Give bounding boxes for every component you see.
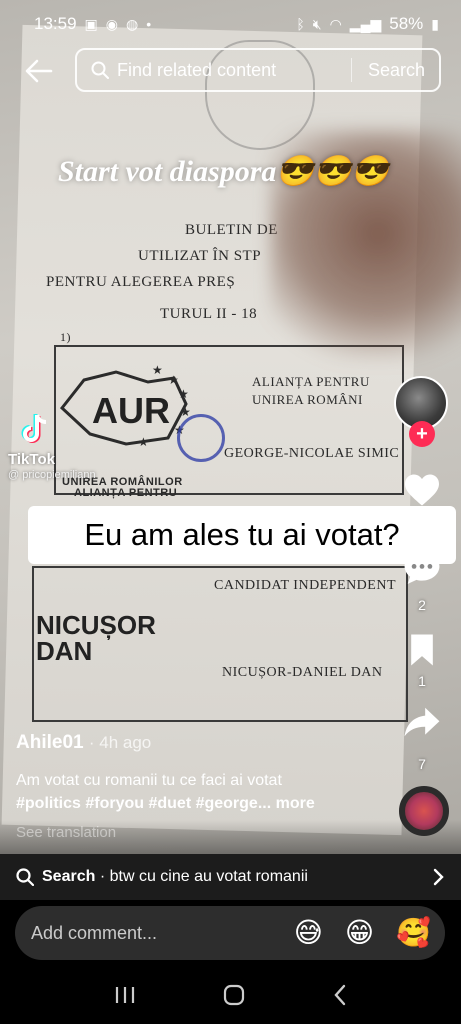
comment-input[interactable]: Add comment...: [31, 923, 272, 944]
battery-icon: ▮: [431, 15, 439, 32]
candidate-type: CANDIDAT INDEPENDENT: [214, 578, 397, 593]
ballot-line: TURUL II - 18: [160, 306, 258, 322]
like-button[interactable]: [402, 470, 442, 510]
mute-icon: 🔇︎: [312, 15, 322, 32]
party-name-right: ALIANȚA PENTRU: [252, 374, 370, 389]
back-nav-button[interactable]: [332, 983, 348, 1007]
suggestion-query: · btw cu cine au votat romanii: [99, 868, 308, 885]
watermark-handle: @ pricopiemiliann: [8, 469, 96, 481]
ballot-line: UTILIZAT ÎN STP: [138, 248, 262, 264]
search-icon: [91, 61, 109, 79]
signal-icon: ▂▄▆: [349, 15, 382, 32]
search-icon: [16, 868, 34, 886]
search-suggestion-bar[interactable]: Search · btw cu cine au votat romanii: [0, 854, 461, 900]
chevron-right-icon: [433, 868, 444, 886]
author-info[interactable]: Ahile01 · 4h ago: [16, 732, 151, 754]
shares-count: 7: [418, 756, 426, 772]
search-bar[interactable]: Find related content Search: [75, 48, 441, 92]
party-name: ALIANȚA PENTRU: [74, 487, 178, 499]
bluetooth-icon: ᛒ: [296, 16, 305, 32]
video-overlay-title: Start vot diaspora😎😎😎: [58, 155, 389, 188]
wifi-icon: ◠: [329, 15, 342, 32]
comment-input-bar[interactable]: Add comment... 😅 😁 🥰: [15, 906, 445, 960]
share-arrow-icon: [404, 707, 440, 737]
comment-icon: [404, 552, 440, 584]
bookmark-icon: [411, 634, 433, 666]
romania-map-icon: ★★ ★★ ★★: [59, 363, 191, 449]
tiktok-logo-icon: [21, 414, 47, 443]
candidate-name: NICUȘOR-DANIEL DAN: [222, 665, 383, 680]
emoji-hearts-button[interactable]: 🥰: [396, 919, 431, 947]
music-disc-icon[interactable]: [399, 786, 449, 836]
candidate-logo: NICUȘOR DAN: [36, 612, 156, 664]
ballot-number: 1): [60, 330, 71, 344]
watermark-brand: TikTok: [8, 451, 55, 468]
post-hashtags[interactable]: #politics #foryou #duet #george...: [16, 795, 271, 812]
candidate-logo-line2: DAN: [36, 636, 93, 666]
search-input[interactable]: Find related content: [117, 60, 351, 81]
suggestion-text: Search · btw cu cine au votat romanii: [42, 868, 433, 886]
comments-count: 2: [418, 597, 426, 613]
whatsapp-icon: ◉: [105, 15, 118, 32]
candidate-logo-line1: NICUȘOR: [36, 610, 156, 640]
ballot-line: BULETIN DE: [185, 222, 278, 238]
system-nav-bar: [0, 966, 461, 1024]
vote-stamp: [177, 414, 225, 462]
video-caption: Eu am ales tu ai votat?: [28, 506, 456, 564]
back-button[interactable]: [24, 56, 54, 86]
search-button[interactable]: Search: [352, 60, 439, 81]
more-link[interactable]: more: [276, 795, 315, 812]
suggestion-label: Search: [42, 868, 96, 885]
see-translation-link[interactable]: See translation: [16, 824, 116, 841]
svg-text:★: ★: [152, 363, 163, 377]
svg-text:★: ★: [138, 435, 149, 449]
share-button[interactable]: [402, 702, 442, 742]
comment-button[interactable]: [402, 548, 442, 588]
save-button[interactable]: [402, 630, 442, 670]
post-time: · 4h ago: [88, 733, 152, 752]
recents-button[interactable]: [113, 984, 137, 1006]
messenger-icon: ◍: [126, 15, 139, 32]
dot-icon: •: [146, 16, 152, 32]
ballot-line: PENTRU ALEGEREA PREȘ: [46, 274, 236, 290]
emoji-sweat-smile-button[interactable]: 😅: [294, 919, 323, 947]
svg-text:★: ★: [178, 387, 189, 401]
arrow-left-icon: [25, 59, 53, 83]
post-description[interactable]: Am votat cu romanii tu ce faci ai votat …: [16, 769, 396, 815]
battery-percent: 58%: [389, 14, 424, 33]
status-time: 13:59: [34, 14, 77, 33]
saves-count: 1: [418, 673, 426, 689]
candidate-name: GEORGE-NICOLAE SIMIC: [224, 446, 400, 461]
video-player[interactable]: BULETIN DE UTILIZAT ÎN STP PENTRU ALEGER…: [0, 0, 461, 900]
svg-text:★: ★: [168, 373, 179, 387]
party-name-right-2: UNIREA ROMÂNI: [252, 392, 363, 407]
gallery-icon: ▣: [84, 15, 98, 32]
follow-button[interactable]: +: [409, 421, 435, 447]
caption-text: Eu am ales tu ai votat?: [84, 517, 400, 552]
emoji-grin-button[interactable]: 😁: [345, 919, 374, 947]
status-bar: 13:59 ▣ ◉ ◍ • ᛒ 🔇︎ ◠ ▂▄▆ 58% ▮: [0, 0, 461, 48]
post-text: Am votat cu romanii tu ce faci ai votat: [16, 772, 282, 789]
home-button[interactable]: [222, 983, 246, 1007]
heart-icon: [405, 474, 439, 506]
author-name[interactable]: Ahile01: [16, 732, 84, 753]
